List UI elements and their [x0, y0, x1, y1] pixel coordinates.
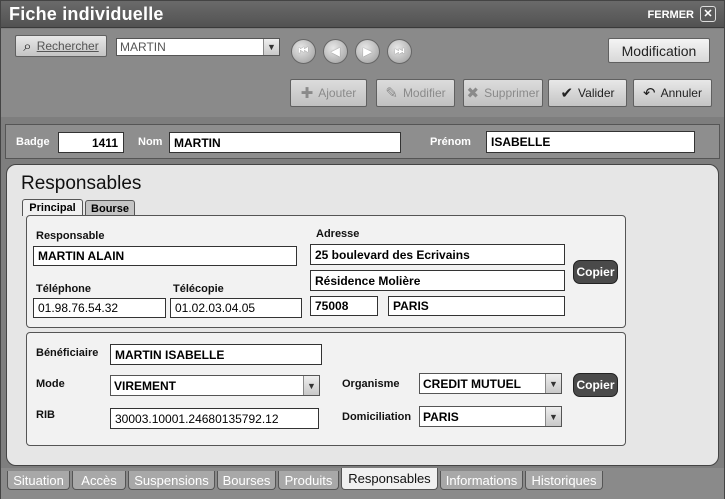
edit-button-label: Modifier: [402, 86, 446, 100]
name-select-value: MARTIN: [120, 40, 166, 54]
tab-produits[interactable]: Produits: [278, 471, 339, 490]
telecopie-label: Télécopie: [173, 283, 224, 295]
tab-situation[interactable]: Situation: [7, 471, 70, 490]
prenom-field[interactable]: ISABELLE: [486, 131, 695, 153]
bottom-tab-bar: Situation Accès Suspensions Bourses Prod…: [1, 468, 724, 499]
cancel-button[interactable]: ↶ Annuler: [633, 79, 712, 107]
mode-indicator: Modification: [608, 38, 710, 63]
adresse-line1-field[interactable]: 25 boulevard des Ecrivains: [310, 244, 565, 265]
last-icon: ⏭: [394, 45, 405, 57]
city-field[interactable]: PARIS: [388, 296, 565, 316]
badge-field[interactable]: 1411: [58, 132, 124, 153]
cancel-button-label: Annuler: [660, 86, 702, 100]
beneficiaire-label: Bénéficiaire: [36, 347, 99, 359]
delete-button-label: Supprimer: [484, 86, 540, 100]
rib-label: RIB: [36, 409, 55, 421]
window-title: Fiche individuelle: [9, 4, 164, 24]
telephone-field[interactable]: 01.98.76.54.32: [33, 298, 166, 318]
next-icon: ▶: [363, 46, 372, 58]
name-select[interactable]: MARTIN ▼: [116, 38, 280, 56]
tab-historiques[interactable]: Historiques: [525, 471, 603, 490]
mode-select[interactable]: VIREMENT ▼: [110, 375, 320, 396]
organisme-select[interactable]: CREDIT MUTUEL ▼: [419, 373, 562, 394]
validate-button-label: Valider: [578, 86, 615, 100]
last-record-button[interactable]: ⏭: [387, 39, 412, 64]
window: Fiche individuelle FERMER ✕ ⌕ Rechercher…: [0, 0, 725, 499]
tab-responsables[interactable]: Responsables: [341, 468, 438, 490]
title-bar: Fiche individuelle FERMER ✕: [1, 1, 724, 28]
close-label[interactable]: FERMER: [648, 9, 694, 21]
organisme-select-value: CREDIT MUTUEL: [423, 376, 521, 391]
section-title: Responsables: [21, 173, 142, 194]
chevron-down-icon[interactable]: ▼: [545, 407, 561, 426]
chevron-down-icon[interactable]: ▼: [303, 376, 319, 395]
copy-address-button[interactable]: Copier: [573, 260, 618, 284]
prenom-label: Prénom: [430, 136, 471, 148]
mode-label: Modification: [621, 42, 697, 59]
adresse-line2-field[interactable]: Résidence Molière: [310, 270, 565, 291]
previous-icon: ◀: [331, 46, 340, 58]
search-button-label: Rechercher: [36, 39, 99, 53]
tab-acces[interactable]: Accès: [72, 471, 126, 490]
domiciliation-label: Domiciliation: [342, 411, 412, 423]
next-record-button[interactable]: ▶: [355, 39, 380, 64]
adresse-label: Adresse: [316, 228, 360, 240]
responsable-field[interactable]: MARTIN ALAIN: [33, 246, 297, 266]
telecopie-field[interactable]: 01.02.03.04.05: [170, 298, 302, 318]
add-icon: ✚: [300, 84, 314, 102]
toolbar: ⌕ Rechercher MARTIN ▼ ⏮ ◀ ▶ ⏭ Modificati…: [1, 29, 724, 117]
tab-bourse[interactable]: Bourse: [85, 200, 135, 216]
first-record-button[interactable]: ⏮: [291, 39, 316, 64]
tab-bourses[interactable]: Bourses: [217, 471, 276, 490]
search-button[interactable]: ⌕ Rechercher: [15, 35, 107, 57]
nom-field[interactable]: MARTIN: [169, 132, 401, 153]
pencil-icon: ✎: [385, 84, 398, 102]
add-button-label: Ajouter: [318, 86, 357, 100]
mode-select-value: VIREMENT: [114, 378, 177, 393]
add-button[interactable]: ✚ Ajouter: [290, 79, 367, 107]
domiciliation-select-value: PARIS: [423, 409, 459, 424]
badge-label: Badge: [16, 136, 50, 148]
first-icon: ⏮: [298, 45, 309, 57]
delete-button[interactable]: ✖ Supprimer: [463, 79, 543, 107]
chevron-down-icon[interactable]: ▼: [545, 374, 561, 393]
domiciliation-select[interactable]: PARIS ▼: [419, 406, 562, 427]
undo-icon: ↶: [643, 84, 656, 102]
organisme-label: Organisme: [342, 378, 400, 390]
identity-bar: Badge 1411 Nom MARTIN Prénom ISABELLE: [5, 124, 720, 159]
mode-paiement-label: Mode: [36, 378, 65, 390]
close-icon[interactable]: ✕: [700, 6, 716, 22]
telephone-label: Téléphone: [36, 283, 92, 295]
tab-suspensions[interactable]: Suspensions: [128, 471, 215, 490]
validate-button[interactable]: ✔ Valider: [548, 79, 627, 107]
nom-label: Nom: [138, 136, 163, 148]
postal-code-field[interactable]: 75008: [310, 296, 378, 316]
edit-button[interactable]: ✎ Modifier: [376, 79, 455, 107]
beneficiaire-field[interactable]: MARTIN ISABELLE: [110, 344, 322, 365]
responsable-label: Responsable: [36, 230, 105, 242]
tab-principal[interactable]: Principal: [22, 199, 83, 216]
rib-field[interactable]: 30003.10001.24680135792.12: [110, 408, 319, 429]
search-icon: ⌕: [23, 37, 32, 55]
delete-icon: ✖: [466, 84, 480, 102]
chevron-down-icon[interactable]: ▼: [263, 39, 279, 55]
tab-informations[interactable]: Informations: [440, 471, 523, 490]
previous-record-button[interactable]: ◀: [323, 39, 348, 64]
checkmark-icon: ✔: [560, 84, 574, 102]
copy-beneficiaire-button[interactable]: Copier: [573, 373, 618, 397]
